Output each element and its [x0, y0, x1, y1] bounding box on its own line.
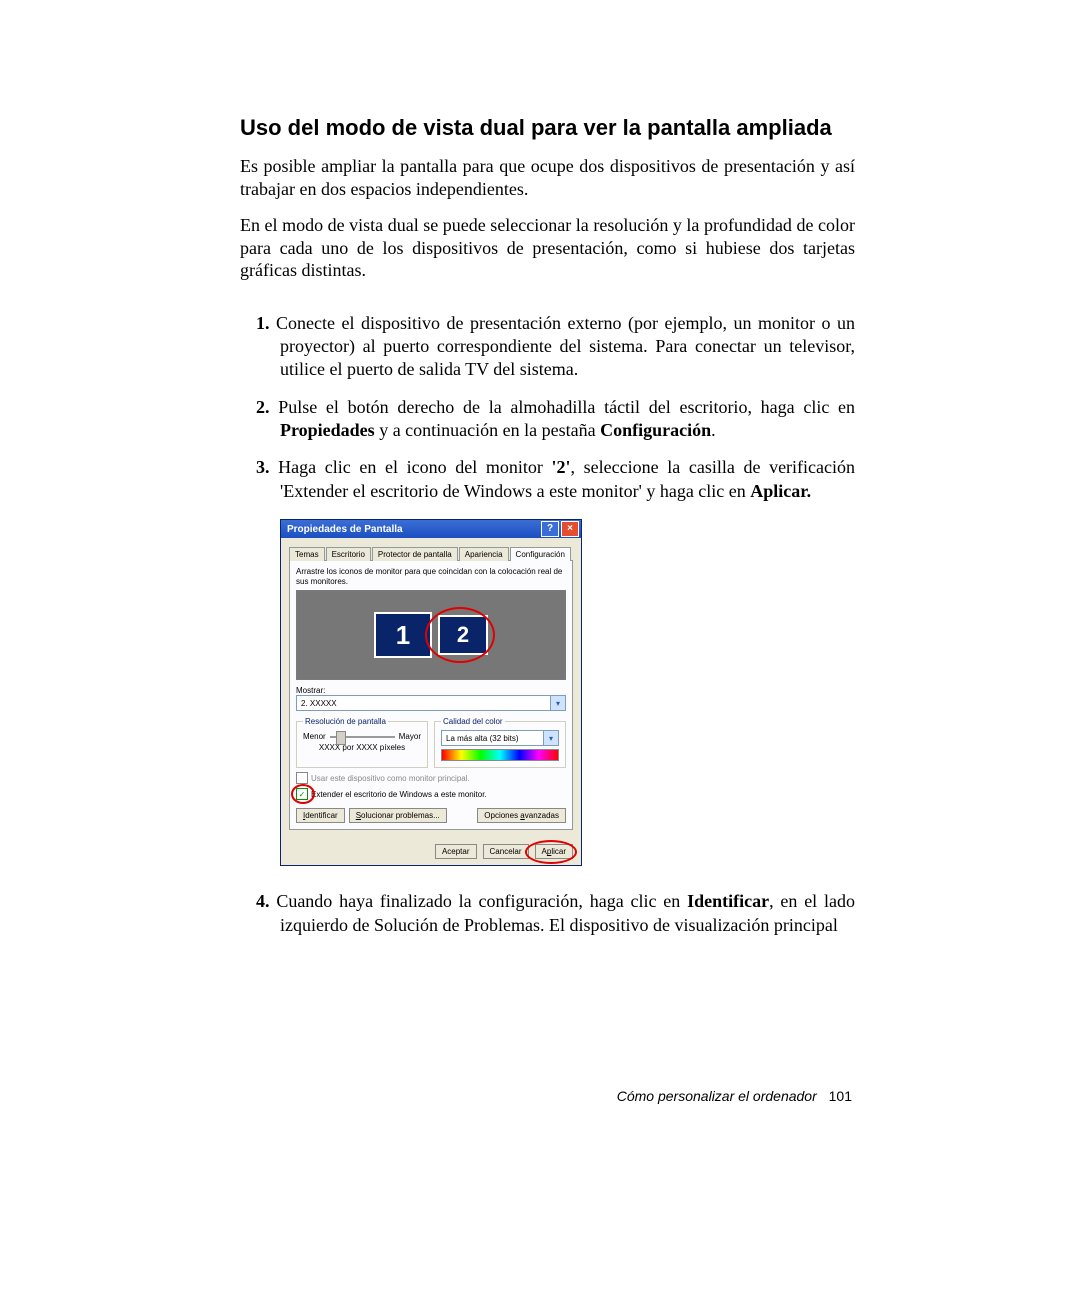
- slider-thumb[interactable]: [336, 731, 346, 745]
- intro-paragraph-2: En el modo de vista dual se puede selecc…: [240, 214, 855, 282]
- chevron-down-icon: ▾: [543, 731, 558, 745]
- display-label: Mostrar:: [296, 686, 566, 695]
- monitor-1-icon[interactable]: 1: [374, 612, 432, 658]
- step-1-number: 1.: [256, 313, 270, 333]
- step-2: 2. Pulse el botón derecho de la almohadi…: [240, 396, 855, 443]
- step-2-text-e: .: [711, 420, 716, 440]
- step-3-number: 3.: [256, 457, 270, 477]
- chevron-down-icon: ▾: [550, 696, 565, 710]
- monitor-2-icon[interactable]: 2: [438, 615, 488, 655]
- step-2-number: 2.: [256, 397, 270, 417]
- tab-temas[interactable]: Temas: [289, 547, 325, 561]
- step-2-text-c: y a continuación en la pestaña: [375, 420, 600, 440]
- resolution-less-label: Menor: [303, 732, 326, 741]
- footer-section-title: Cómo personalizar el ordenador: [617, 1088, 817, 1104]
- step-4-bold-identificar: Identificar: [687, 891, 769, 911]
- step-3-bold-two: '2': [551, 457, 570, 477]
- extend-desktop-checkbox-row[interactable]: Extender el escritorio de Windows a este…: [296, 788, 566, 800]
- monitor-arrangement-area[interactable]: 1 2: [296, 590, 566, 680]
- help-button[interactable]: ?: [541, 521, 559, 537]
- color-depth-preview: [441, 749, 559, 761]
- section-heading: Uso del modo de vista dual para ver la p…: [240, 115, 855, 141]
- troubleshoot-button[interactable]: Solucionar problemas...: [349, 808, 447, 823]
- step-3-text-a: Haga clic en el icono del monitor: [278, 457, 551, 477]
- step-1-text: Conecte el dispositivo de presentación e…: [276, 313, 855, 380]
- tab-apariencia[interactable]: Apariencia: [459, 547, 509, 561]
- step-1: 1. Conecte el dispositivo de presentació…: [240, 312, 855, 382]
- color-dropdown[interactable]: La más alta (32 bits) ▾: [441, 730, 559, 746]
- primary-monitor-checkbox: [296, 772, 308, 784]
- extend-desktop-checkbox[interactable]: [296, 788, 308, 800]
- step-4-text-a: Cuando haya finalizado la configuración,…: [276, 891, 687, 911]
- tab-protector[interactable]: Protector de pantalla: [372, 547, 458, 561]
- ok-button[interactable]: Aceptar: [435, 844, 477, 859]
- display-dropdown[interactable]: 2. XXXXX ▾: [296, 695, 566, 711]
- close-button[interactable]: ×: [561, 521, 579, 537]
- page-footer: Cómo personalizar el ordenador 101: [617, 1088, 852, 1104]
- resolution-more-label: Mayor: [399, 732, 421, 741]
- color-legend: Calidad del color: [441, 717, 505, 726]
- step-3-bold-aplicar: Aplicar.: [750, 481, 811, 501]
- drag-instruction: Arrastre los iconos de monitor para que …: [296, 567, 566, 586]
- resolution-slider[interactable]: [330, 736, 395, 738]
- identify-button[interactable]: Identificar: [296, 808, 345, 823]
- primary-monitor-checkbox-row: Usar este dispositivo como monitor princ…: [296, 772, 566, 784]
- step-4: 4. Cuando haya finalizado la configuraci…: [240, 890, 855, 937]
- color-quality-group: Calidad del color La más alta (32 bits) …: [434, 717, 566, 768]
- dialog-titlebar[interactable]: Propiedades de Pantalla ? ×: [281, 520, 581, 538]
- resolution-value: XXXX por XXXX píxeles: [303, 743, 421, 752]
- step-2-bold-propiedades: Propiedades: [280, 420, 375, 440]
- step-4-number: 4.: [256, 891, 270, 911]
- primary-monitor-label: Usar este dispositivo como monitor princ…: [311, 774, 470, 783]
- apply-button[interactable]: Aplicar: [535, 844, 573, 859]
- resolution-legend: Resolución de pantalla: [303, 717, 388, 726]
- step-2-bold-configuracion: Configuración: [600, 420, 711, 440]
- cancel-button[interactable]: Cancelar: [483, 844, 529, 859]
- dialog-title: Propiedades de Pantalla: [287, 524, 403, 535]
- display-dropdown-value: 2. XXXXX: [301, 699, 337, 708]
- step-2-text-a: Pulse el botón derecho de la almohadilla…: [278, 397, 855, 417]
- tab-configuracion[interactable]: Configuración: [510, 547, 571, 561]
- advanced-options-button[interactable]: Opciones avanzadas: [477, 808, 566, 823]
- step-3: 3. Haga clic en el icono del monitor '2'…: [240, 456, 855, 503]
- display-properties-dialog: Propiedades de Pantalla ? × Temas Escrit…: [280, 519, 582, 866]
- color-dropdown-value: La más alta (32 bits): [446, 734, 518, 743]
- extend-desktop-label: Extender el escritorio de Windows a este…: [311, 790, 487, 799]
- tab-escritorio[interactable]: Escritorio: [326, 547, 371, 561]
- intro-paragraph-1: Es posible ampliar la pantalla para que …: [240, 155, 855, 200]
- footer-page-number: 101: [829, 1088, 852, 1104]
- resolution-group: Resolución de pantalla Menor Mayor XXXX …: [296, 717, 428, 768]
